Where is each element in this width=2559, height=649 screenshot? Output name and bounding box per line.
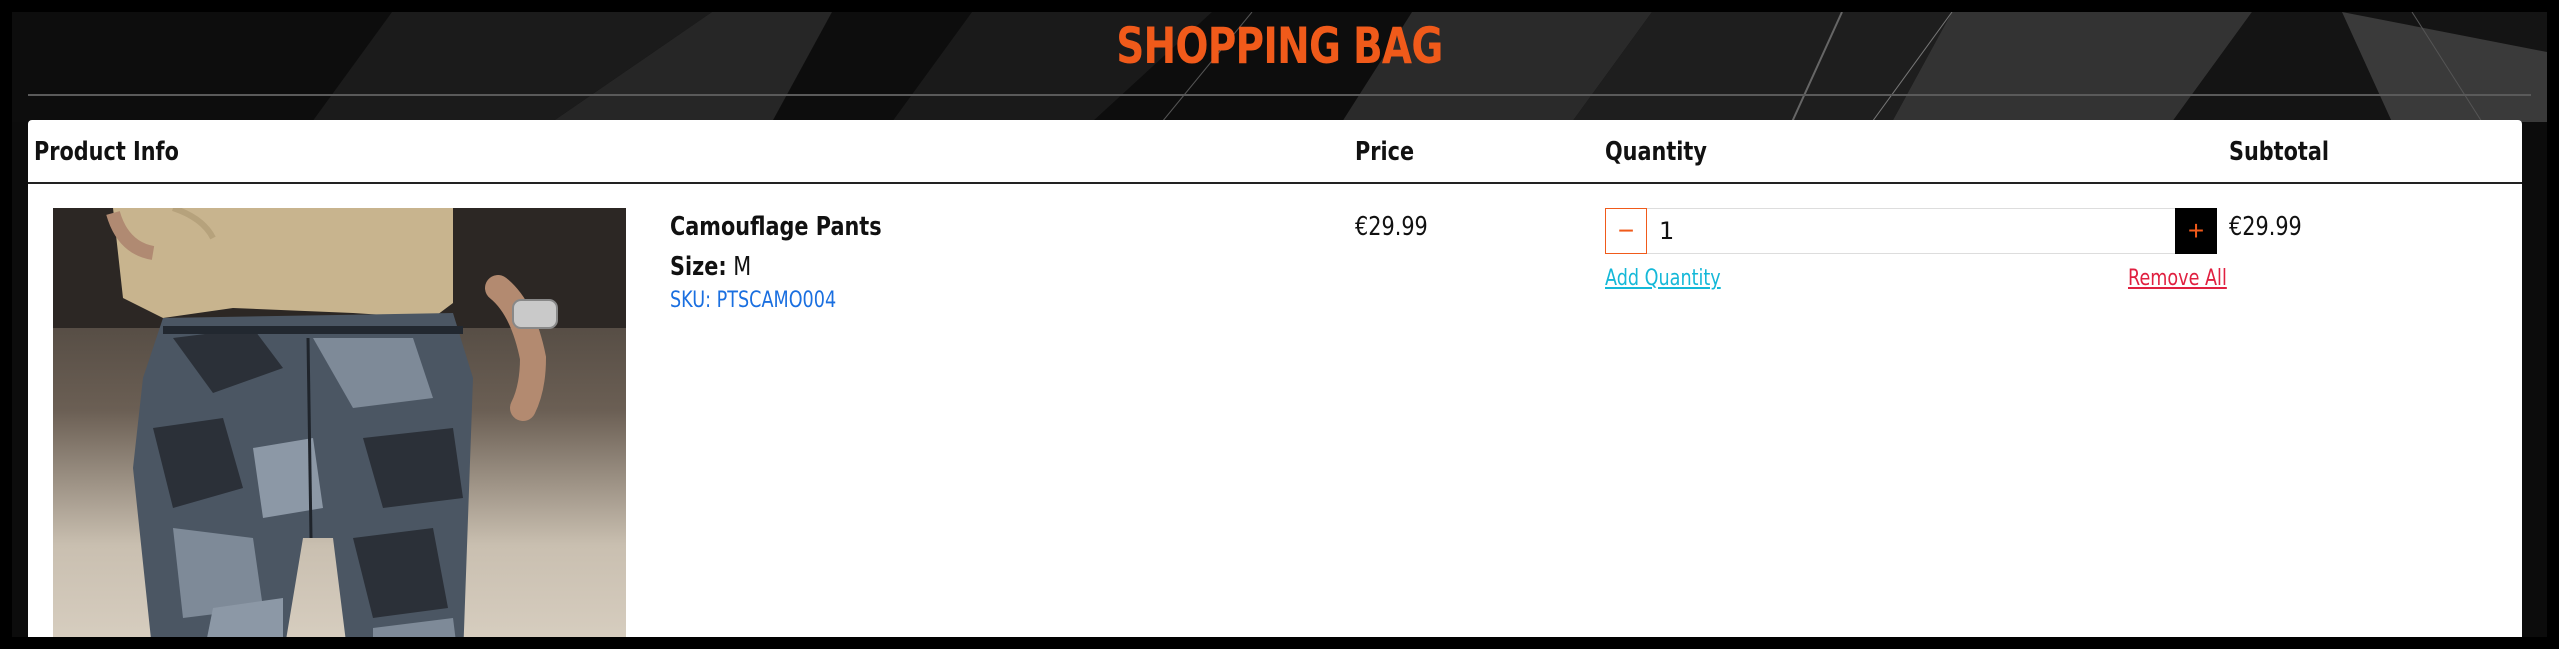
size-value: M: [733, 252, 752, 282]
header-product-info: Product Info: [34, 137, 179, 167]
remove-all-link[interactable]: Remove All: [2128, 266, 2227, 291]
cart-panel: Product Info Price Quantity Subtotal Cam…: [28, 120, 2522, 637]
header-subtotal: Subtotal: [2229, 137, 2330, 167]
title-divider: [28, 94, 2531, 96]
header-quantity: Quantity: [1605, 137, 1707, 167]
increase-quantity-button[interactable]: +: [2175, 208, 2217, 254]
decrease-quantity-button[interactable]: −: [1605, 208, 1647, 254]
item-subtotal: €29.99: [2229, 212, 2302, 242]
page-title: SHOPPING BAG: [1116, 17, 1443, 75]
quantity-input[interactable]: [1647, 208, 2175, 254]
product-sku: SKU: PTSCAMO004: [670, 288, 837, 313]
add-quantity-link[interactable]: Add Quantity: [1605, 266, 1721, 291]
header-price: Price: [1355, 137, 1415, 167]
page-frame: SHOPPING BAG Product Info Price Quantity…: [12, 12, 2547, 637]
product-name[interactable]: Camouflage Pants: [670, 212, 882, 242]
item-price: €29.99: [1355, 212, 1428, 242]
size-label: Size:: [670, 252, 727, 282]
product-image[interactable]: [53, 208, 626, 637]
quantity-stepper: − +: [1605, 208, 2217, 256]
cart-table-header: Product Info Price Quantity Subtotal: [28, 120, 2522, 184]
product-size: Size: M: [670, 252, 751, 282]
